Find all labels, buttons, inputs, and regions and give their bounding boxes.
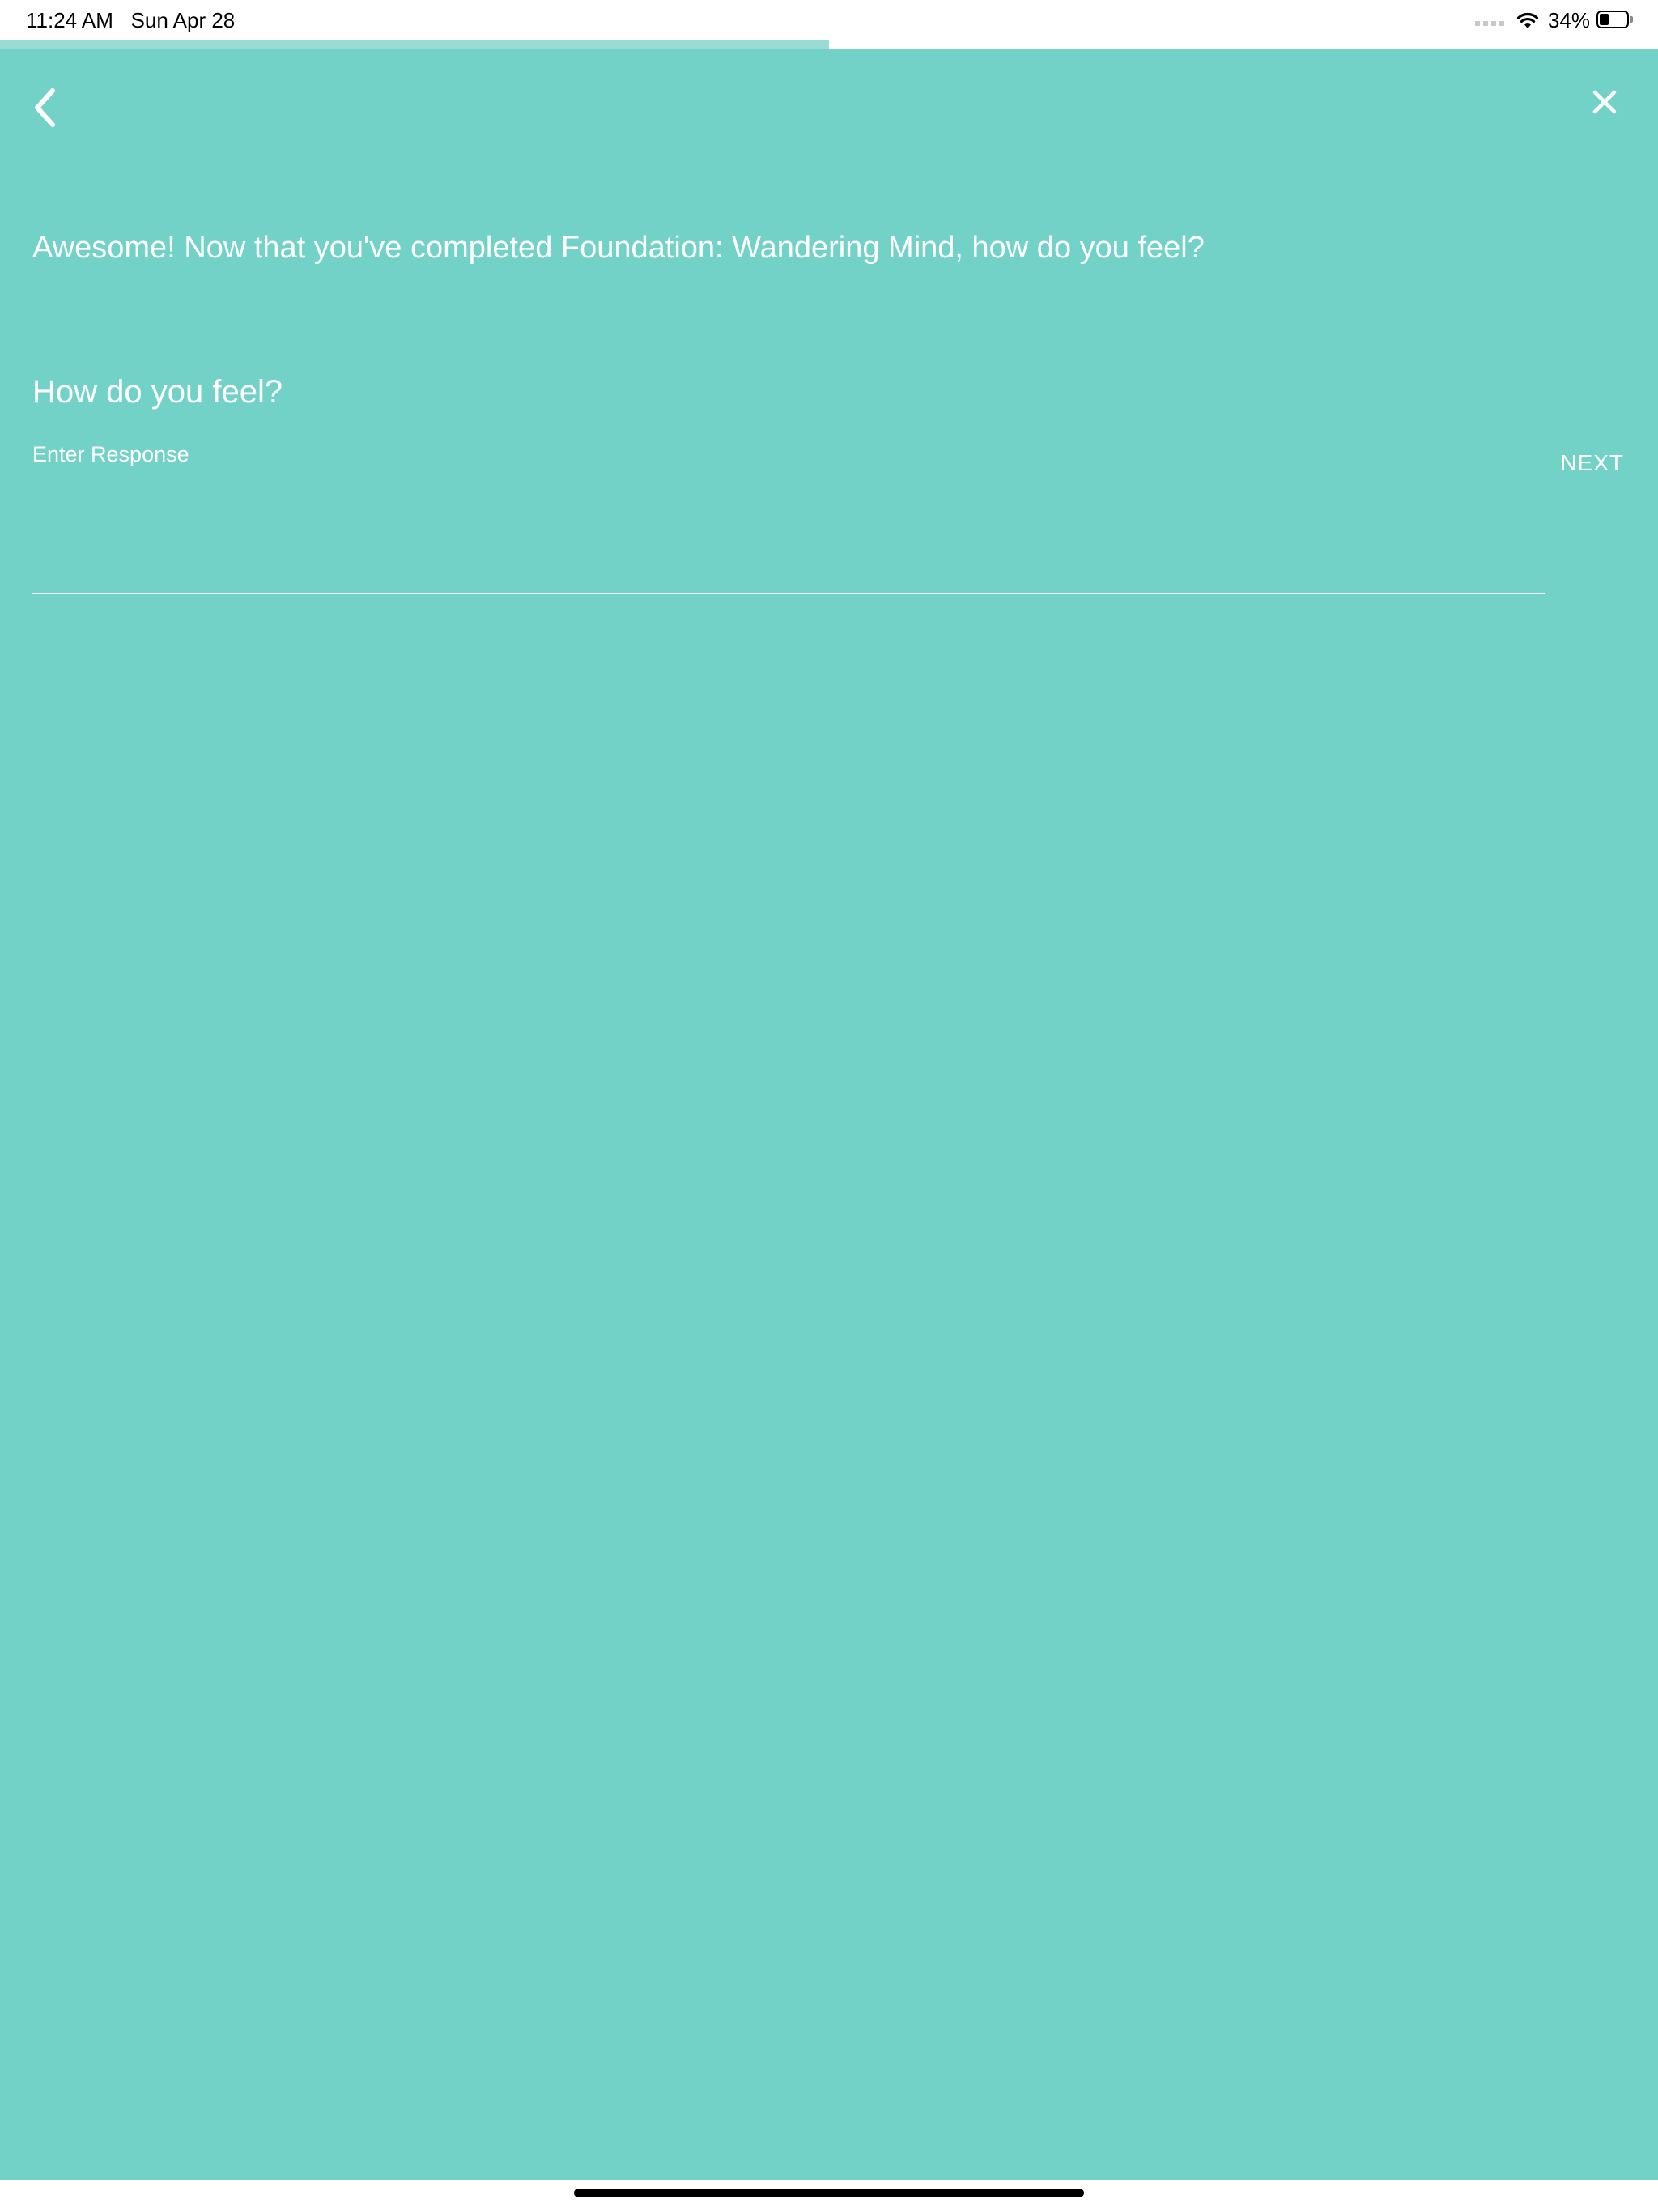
back-button[interactable] xyxy=(24,79,65,136)
next-button[interactable]: NEXT xyxy=(1560,450,1624,476)
progress-fill xyxy=(0,40,829,49)
response-input[interactable] xyxy=(32,478,1545,593)
wifi-icon xyxy=(1516,12,1539,28)
status-bar: 11:24 AM Sun Apr 28 34% xyxy=(0,0,1658,40)
journal-screen: Awesome! Now that you've completed Found… xyxy=(0,49,1658,2180)
completion-prompt: Awesome! Now that you've completed Found… xyxy=(32,231,1205,265)
progress-track xyxy=(0,40,1658,49)
close-button[interactable] xyxy=(1580,78,1629,126)
battery-icon xyxy=(1596,11,1634,30)
response-field-label: Enter Response xyxy=(32,442,189,466)
signal-dots-icon xyxy=(1474,21,1504,26)
close-icon xyxy=(1592,90,1617,114)
chevron-left-icon xyxy=(35,88,55,127)
status-indicators: 34% xyxy=(1474,6,1634,34)
status-time-date: 11:24 AM Sun Apr 28 xyxy=(26,8,236,32)
home-indicator xyxy=(574,2189,1084,2197)
battery-percent: 34% xyxy=(1547,7,1590,32)
question-title: How do you feel? xyxy=(32,374,283,410)
battery-fill xyxy=(1600,14,1609,25)
input-underline xyxy=(32,593,1545,594)
